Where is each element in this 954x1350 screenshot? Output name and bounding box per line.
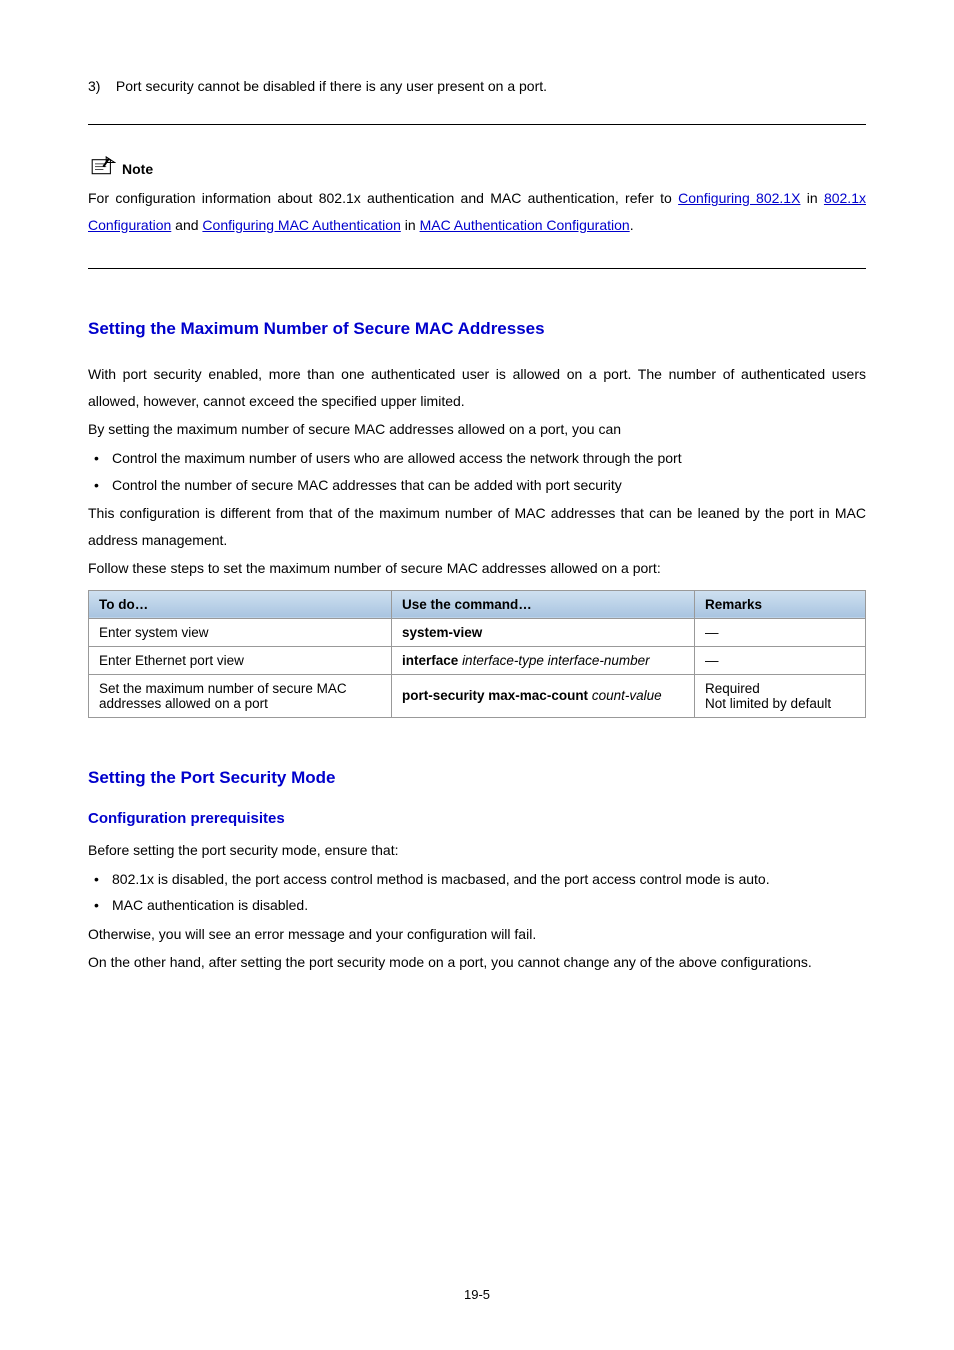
note-text: For configuration information about 802.… [88, 190, 678, 206]
note-text: and [171, 217, 202, 233]
note-body: For configuration information about 802.… [88, 185, 866, 238]
step-text: Port security cannot be disabled if ther… [116, 78, 547, 94]
table-row: Set the maximum number of secure MAC add… [89, 674, 866, 717]
note-link[interactable]: MAC Authentication Configuration [420, 217, 630, 233]
command-arg: interface-type interface-number [462, 653, 650, 668]
note-link[interactable]: Configuring 802.1X [678, 190, 800, 206]
subsection-heading: Configuration prerequisites [88, 810, 866, 827]
paragraph: On the other hand, after setting the por… [88, 949, 866, 976]
note-text: . [630, 217, 634, 233]
col-remarks: Remarks [695, 590, 866, 618]
step-number: 3) [88, 78, 112, 94]
list-item: Control the maximum number of users who … [112, 445, 866, 472]
cell-remarks: — [695, 618, 866, 646]
remarks-line: Required [705, 681, 855, 696]
note-header: Note [88, 155, 866, 177]
paragraph: With port security enabled, more than on… [88, 361, 866, 414]
table-header-row: To do… Use the command… Remarks [89, 590, 866, 618]
note-label: Note [122, 161, 153, 177]
paragraph: By setting the maximum number of secure … [88, 416, 866, 443]
cell-todo: Enter Ethernet port view [89, 646, 392, 674]
divider [88, 268, 866, 269]
divider [88, 124, 866, 125]
config-table: To do… Use the command… Remarks Enter sy… [88, 590, 866, 718]
cell-command: system-view [392, 618, 695, 646]
cell-command: port-security max-mac-count count-value [392, 674, 695, 717]
cell-remarks: — [695, 646, 866, 674]
note-text: in [401, 217, 420, 233]
note-icon [88, 155, 116, 177]
bullet-list: 802.1x is disabled, the port access cont… [88, 866, 866, 919]
command-text: port-security max-mac-count [402, 688, 588, 703]
remarks-line: Not limited by default [705, 696, 855, 711]
paragraph: This configuration is different from tha… [88, 500, 866, 553]
numbered-step: 3) Port security cannot be disabled if t… [88, 78, 866, 94]
col-command: Use the command… [392, 590, 695, 618]
note-block: Note For configuration information about… [88, 155, 866, 238]
table-row: Enter system view system-view — [89, 618, 866, 646]
cell-todo: Set the maximum number of secure MAC add… [89, 674, 392, 717]
paragraph: Otherwise, you will see an error message… [88, 921, 866, 948]
table-row: Enter Ethernet port view interface inter… [89, 646, 866, 674]
command-text: interface [402, 653, 458, 668]
col-todo: To do… [89, 590, 392, 618]
list-item: Control the number of secure MAC address… [112, 472, 866, 499]
section-heading: Setting the Port Security Mode [88, 768, 866, 788]
note-text: in [800, 190, 824, 206]
paragraph: Before setting the port security mode, e… [88, 837, 866, 864]
paragraph: Follow these steps to set the maximum nu… [88, 555, 866, 582]
page-number: 19-5 [0, 1287, 954, 1302]
command-arg: count-value [592, 688, 662, 703]
command-text: system-view [402, 625, 482, 640]
list-item: MAC authentication is disabled. [112, 892, 866, 919]
cell-remarks: Required Not limited by default [695, 674, 866, 717]
section-heading: Setting the Maximum Number of Secure MAC… [88, 319, 866, 339]
cell-todo: Enter system view [89, 618, 392, 646]
cell-command: interface interface-type interface-numbe… [392, 646, 695, 674]
list-item: 802.1x is disabled, the port access cont… [112, 866, 866, 893]
note-link[interactable]: Configuring MAC Authentication [202, 217, 400, 233]
bullet-list: Control the maximum number of users who … [88, 445, 866, 498]
